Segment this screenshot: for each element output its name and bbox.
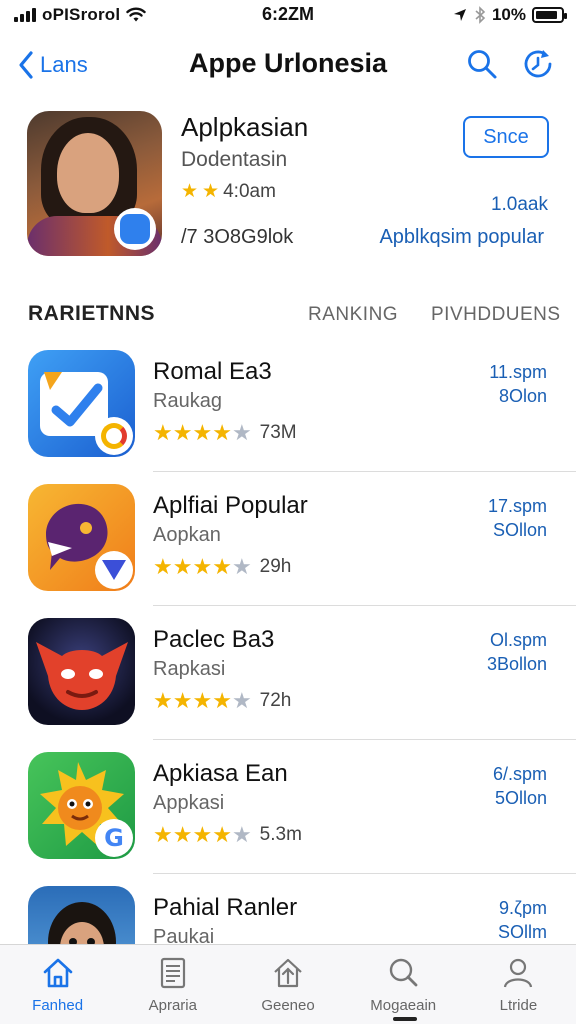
home-indicator (393, 1017, 417, 1021)
tab-products[interactable]: PIVHDDUENS (431, 304, 561, 326)
app-name: Paclec Ba3 (153, 626, 275, 653)
home-icon (43, 958, 72, 988)
app-review-count: 72h (259, 690, 292, 711)
tab-label: Mogaeain (370, 997, 437, 1014)
portrait-face (57, 133, 119, 213)
app-rating: ★ ★ ★ ★ ★ 29h (153, 554, 292, 579)
app-icon[interactable] (28, 618, 135, 725)
app-icon[interactable] (28, 350, 135, 457)
app-review-count: 73M (259, 422, 297, 443)
section-header: RARIETNNS RANKING PIVHDDUENS (0, 300, 576, 330)
app-review-count: 5.3m (259, 824, 302, 845)
app-size: 5Ollon (494, 788, 547, 808)
google-badge-icon: G (95, 819, 133, 857)
featured-app-title: Aplpkasian (181, 112, 309, 142)
badge-icon (95, 417, 133, 455)
app-time: 6/.spm (492, 764, 547, 784)
document-icon (160, 957, 185, 989)
app-category: Raukag (153, 390, 222, 412)
list-item[interactable]: Romal Ea3 Raukag ★ ★ ★ ★ ★ 73M 11.spm 8Olon (0, 338, 576, 472)
location-icon (453, 9, 466, 21)
app-category: Aopkan (153, 524, 221, 546)
app-icon[interactable]: G (28, 752, 135, 859)
search-icon[interactable] (466, 48, 498, 80)
navigation-bar: Lans Appe Urlonesia (0, 40, 576, 92)
featured-app-rating-text: 4:0am (223, 180, 276, 202)
battery-icon (532, 7, 567, 23)
list-item[interactable]: Aplfiai Popular Aopkan ★ ★ ★ ★ ★ 29h 17.spm … (0, 472, 576, 606)
tab-search[interactable]: Mogaeain (346, 945, 461, 1024)
see-button[interactable]: Snce (463, 116, 549, 158)
app-icon[interactable] (28, 484, 135, 591)
tab-bar: Fanhed Apraria Geeneo Mogaeain Ltride (0, 944, 576, 1024)
star-icon: ★ (181, 181, 199, 202)
app-size: 3Bollon (486, 654, 547, 674)
app-rating: ★ ★ ★ ★ ★ 5.3m (153, 822, 302, 847)
tab-label: Ltride (499, 997, 538, 1014)
tab-ranking[interactable]: RANKING (308, 304, 398, 326)
app-size: SOllm (498, 922, 547, 942)
search-icon (390, 958, 418, 987)
app-name: Apkiasa Ean (153, 760, 288, 787)
section-heading: RARIETNNS (28, 302, 156, 325)
app-time: 9.ζpm (499, 898, 547, 918)
devil-face-icon (36, 642, 128, 710)
app-size: 8Olon (498, 386, 547, 406)
featured-app-reviews: /7 3O8G9lok (181, 226, 294, 248)
tab-home[interactable]: Fanhed (0, 945, 115, 1024)
badge-icon (95, 551, 133, 589)
featured-app-image[interactable] (27, 111, 162, 256)
app-name: Aplfiai Popular (153, 492, 308, 519)
app-name: Pahial Ranler (153, 894, 298, 921)
status-bar: oPISrorol 6:2ZM 10% (0, 0, 576, 32)
app-review-count: 29h (259, 556, 292, 577)
tab-apps[interactable]: Apraria (115, 945, 230, 1024)
tab-profile[interactable]: Ltride (461, 945, 576, 1024)
list-item[interactable]: Paclec Ba3 Rapkasi ★ ★ ★ ★ ★ 72h Ol.spm 3Bol… (0, 606, 576, 740)
status-right: 10% (452, 5, 567, 25)
app-time: Ol.spm (489, 630, 547, 650)
app-category: Appkasi (153, 792, 225, 814)
featured-app-rating: ★ ★ 4:0am (181, 180, 276, 203)
featured-app[interactable]: Aplpkasian Dodentasin ★ ★ 4:0am /7 3O8G9… (0, 108, 576, 268)
featured-app-subtitle: Dodentasin (181, 148, 288, 171)
tab-label: Geeneo (261, 997, 315, 1014)
featured-app-count: 1.0aak (490, 194, 548, 215)
list-item[interactable]: G Apkiasa Ean Appkasi ★ ★ ★ ★ ★ 5.3m 6/.spm … (0, 740, 576, 874)
app-name: Romal Ea3 (153, 358, 272, 385)
app-size: SOllon (492, 520, 547, 540)
app-list: Romal Ea3 Raukag ★ ★ ★ ★ ★ 73M 11.spm 8Olon … (0, 338, 576, 1008)
house-up-icon (274, 958, 302, 988)
popular-apps-link[interactable]: Apblkqsim popular (379, 226, 544, 249)
tab-label: Apraria (148, 997, 197, 1014)
app-category: Rapkasi (153, 658, 226, 680)
person-icon (504, 958, 533, 988)
app-time: 17.spm (487, 496, 547, 516)
app-rating: ★ ★ ★ ★ ★ 72h (153, 688, 292, 713)
star-icon: ★ (202, 181, 220, 202)
bluetooth-icon (475, 6, 486, 24)
tab-games[interactable]: Geeneo (230, 945, 345, 1024)
tab-label: Fanhed (32, 997, 84, 1014)
app-badge-icon (114, 208, 156, 250)
app-time: 11.spm (489, 362, 547, 382)
update-icon[interactable] (522, 48, 554, 80)
app-rating: ★ ★ ★ ★ ★ 73M (153, 420, 297, 445)
nav-actions (466, 48, 554, 80)
battery-percentage: 10% (491, 5, 526, 24)
